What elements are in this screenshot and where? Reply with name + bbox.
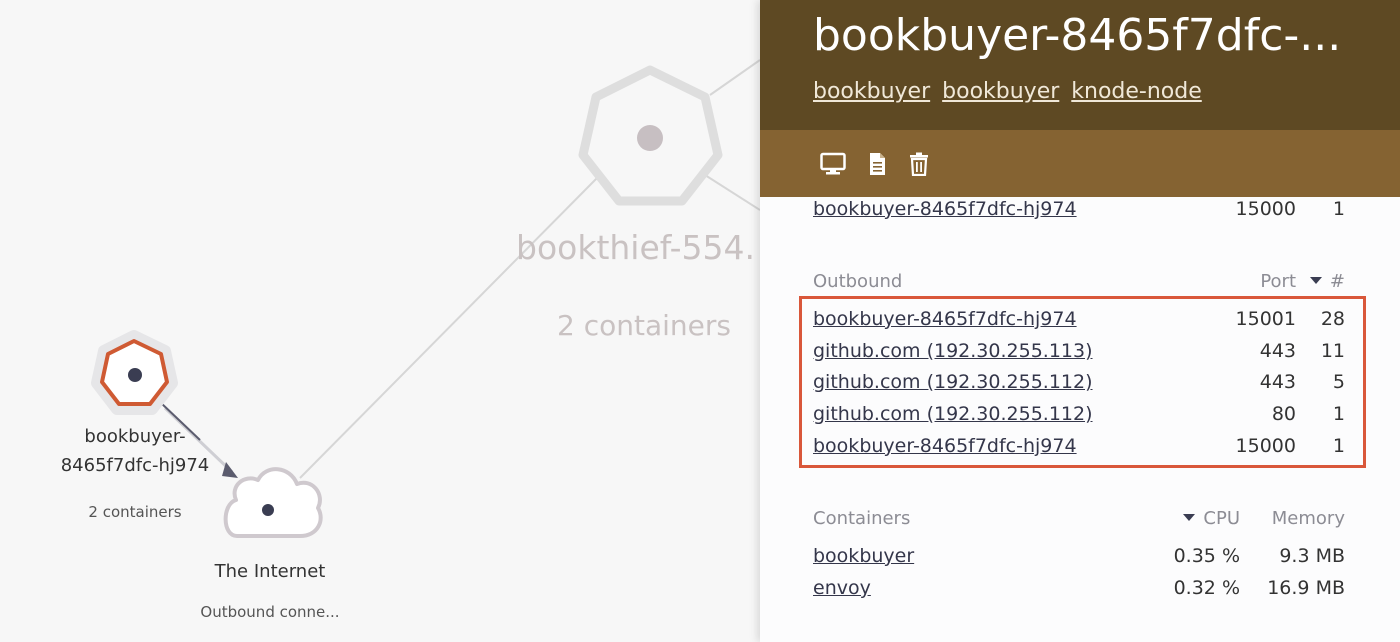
outbound-header-port[interactable]: Port (1260, 271, 1296, 292)
tag-link-deployment[interactable]: bookbuyer (942, 79, 1059, 104)
inbound-row: bookbuyer-8465f7dfc-hj974 15000 1 (813, 198, 1345, 228)
outbound-row-port: 443 (1259, 340, 1296, 362)
document-icon[interactable] (864, 152, 890, 176)
edge-internet-bookthief (299, 174, 601, 479)
outbound-row: github.com (192.30.255.113) 443 11 (813, 340, 1345, 370)
outbound-row: bookbuyer-8465f7dfc-hj974 15000 1 (813, 435, 1345, 465)
outbound-row-name-link[interactable]: github.com (192.30.255.113) (813, 340, 1093, 362)
edge-bookthief-offscreen-right (704, 174, 760, 211)
outbound-row-name-link[interactable]: github.com (192.30.255.112) (813, 371, 1093, 393)
bookbuyer-container-count: 2 containers (88, 503, 182, 521)
inbound-row-count: 1 (1332, 198, 1345, 220)
container-row: envoy 0.32 % 16.9 MB (813, 577, 1345, 607)
outbound-row: github.com (192.30.255.112) 443 5 (813, 371, 1345, 401)
outbound-row-count: 1 (1332, 435, 1345, 457)
containers-header-cpu[interactable]: CPU (1183, 508, 1240, 529)
container-row: bookbuyer 0.35 % 9.3 MB (813, 545, 1345, 575)
container-row-cpu: 0.32 % (1173, 577, 1240, 599)
outbound-row-name-link[interactable]: github.com (192.30.255.112) (813, 403, 1093, 425)
bookbuyer-label-line1: bookbuyer- (84, 426, 186, 447)
outbound-row-port: 80 (1271, 403, 1296, 425)
outbound-row: bookbuyer-8465f7dfc-hj974 15001 28 (813, 308, 1345, 338)
outbound-table-header: Outbound Port # (813, 271, 1345, 297)
bookbuyer-label-line2: 8465f7dfc-hj974 (60, 455, 210, 476)
internet-label: The Internet (214, 561, 326, 582)
node-bookthief[interactable] (578, 65, 723, 206)
outbound-header-label: Outbound (813, 271, 903, 292)
trash-icon[interactable] (906, 152, 932, 176)
outbound-row-port: 15001 (1235, 308, 1296, 330)
inbound-row-port: 15000 (1235, 198, 1296, 220)
node-bookbuyer[interactable] (91, 330, 178, 415)
outbound-row-count: 5 (1332, 371, 1345, 393)
bookbuyer-label: bookbuyer- 8465f7dfc-hj974 (60, 426, 210, 476)
outbound-row-count: 28 (1320, 308, 1345, 330)
edge-bookthief-offscreen-top (709, 59, 760, 96)
panel-title: bookbuyer-8465f7dfc-... (813, 10, 1342, 61)
outbound-row-port: 443 (1259, 371, 1296, 393)
internet-sub-label: Outbound conne... (200, 603, 340, 621)
containers-header-label: Containers (813, 508, 911, 529)
bookthief-container-count: 2 containers (557, 309, 731, 342)
outbound-row-count: 11 (1320, 340, 1345, 362)
container-row-memory: 9.3 MB (1279, 545, 1345, 567)
container-row-cpu: 0.35 % (1173, 545, 1240, 567)
containers-header-memory[interactable]: Memory (1272, 508, 1345, 529)
sort-descending-icon (1183, 514, 1196, 521)
container-row-name-link[interactable]: envoy (813, 577, 871, 599)
bookthief-label: bookthief-554. (516, 228, 755, 267)
outbound-row-name-link[interactable]: bookbuyer-8465f7dfc-hj974 (813, 308, 1077, 330)
node-details-panel: bookbuyer-8465f7dfc-... bookbuyer bookbu… (760, 0, 1400, 642)
container-row-memory: 16.9 MB (1267, 577, 1345, 599)
node-internet[interactable] (223, 467, 323, 538)
outbound-header-count[interactable]: # (1309, 271, 1345, 292)
containers-table-header: Containers CPU Memory (813, 508, 1345, 534)
outbound-row-name-link[interactable]: bookbuyer-8465f7dfc-hj974 (813, 435, 1077, 457)
monitor-icon[interactable] (820, 152, 846, 176)
tag-link-name[interactable]: bookbuyer (813, 79, 930, 104)
panel-header: bookbuyer-8465f7dfc-... bookbuyer bookbu… (760, 0, 1400, 130)
tag-link-host[interactable]: knode-node (1071, 79, 1202, 104)
outbound-header-count-label: # (1329, 271, 1345, 292)
outbound-row: github.com (192.30.255.112) 80 1 (813, 403, 1345, 433)
container-row-name-link[interactable]: bookbuyer (813, 545, 914, 567)
panel-tags: bookbuyer bookbuyer knode-node (813, 79, 1202, 104)
sort-descending-icon (1309, 277, 1322, 284)
inbound-row-name-link[interactable]: bookbuyer-8465f7dfc-hj974 (813, 198, 1077, 220)
outbound-row-port: 15000 (1235, 435, 1296, 457)
containers-header-cpu-label: CPU (1203, 508, 1240, 529)
outbound-row-count: 1 (1332, 403, 1345, 425)
topology-graph[interactable]: bookthief-554. 2 containers bookbuyer- 8… (0, 0, 760, 642)
panel-toolbar (760, 130, 1400, 197)
